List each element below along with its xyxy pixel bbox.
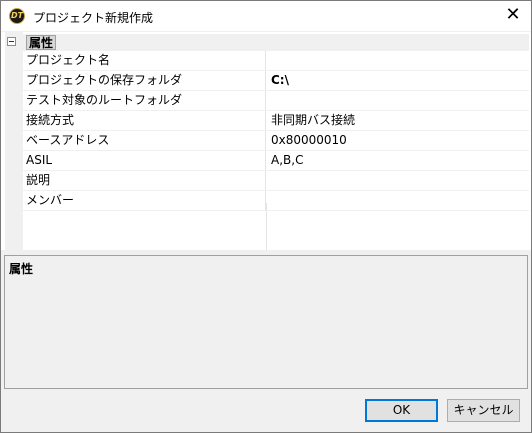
row-gutter (5, 191, 23, 210)
property-name[interactable]: ベースアドレス (24, 131, 266, 150)
row-gutter (5, 51, 23, 70)
property-row-connection-method[interactable]: 接続方式 非同期バス接続 (5, 111, 529, 131)
property-value[interactable]: 非同期バス接続 (267, 111, 529, 130)
close-icon[interactable]: ✕ (505, 6, 521, 24)
description-panel: 属性 (4, 255, 528, 389)
description-title: 属性 (9, 262, 34, 276)
category-row: 属性 (5, 34, 529, 51)
row-gutter (5, 111, 23, 130)
property-name[interactable]: プロジェクトの保存フォルダ (24, 71, 266, 90)
property-row-base-address[interactable]: ベースアドレス 0x80000010 (5, 131, 529, 151)
property-name[interactable]: テスト対象のルートフォルダ (24, 91, 266, 110)
category-label[interactable]: 属性 (26, 35, 57, 50)
property-name[interactable]: ASIL (24, 151, 266, 170)
property-row-asil[interactable]: ASIL A,B,C (5, 151, 529, 171)
property-name[interactable]: メンバー (24, 191, 266, 210)
property-value[interactable]: 0x80000010 (267, 131, 529, 150)
property-value[interactable] (267, 171, 529, 190)
app-icon: DT (9, 8, 25, 24)
row-gutter (5, 151, 23, 170)
row-gutter (5, 131, 23, 150)
property-row-members[interactable]: メンバー (5, 191, 529, 211)
property-row-description[interactable]: 説明 (5, 171, 529, 191)
property-value[interactable] (267, 191, 529, 210)
row-gutter (5, 71, 23, 90)
collapse-icon[interactable] (7, 37, 16, 46)
project-new-dialog: DT プロジェクト新規作成 ✕ 属性 プロジェクト名 プロジェクトの保存フォルダ… (0, 0, 532, 433)
property-value[interactable] (267, 91, 529, 110)
property-grid: 属性 プロジェクト名 プロジェクトの保存フォルダ C:\ テスト対象のルートフォ… (1, 32, 531, 250)
property-name[interactable]: プロジェクト名 (24, 51, 266, 70)
cancel-button[interactable]: キャンセル (447, 399, 520, 422)
property-row-save-folder[interactable]: プロジェクトの保存フォルダ C:\ (5, 71, 529, 91)
property-value[interactable] (267, 51, 529, 70)
ok-button[interactable]: OK (365, 399, 438, 422)
property-value[interactable]: A,B,C (267, 151, 529, 170)
property-name[interactable]: 説明 (24, 171, 266, 190)
row-gutter (5, 91, 23, 110)
title-bar: DT プロジェクト新規作成 ✕ (1, 1, 531, 31)
property-name[interactable]: 接続方式 (24, 111, 266, 130)
property-row-project-name[interactable]: プロジェクト名 (5, 51, 529, 71)
property-value[interactable]: C:\ (267, 71, 529, 90)
row-gutter (5, 171, 23, 190)
window-title: プロジェクト新規作成 (33, 11, 154, 25)
property-row-test-root-folder[interactable]: テスト対象のルートフォルダ (5, 91, 529, 111)
property-grid-rows: 属性 プロジェクト名 プロジェクトの保存フォルダ C:\ テスト対象のルートフォ… (5, 34, 529, 211)
